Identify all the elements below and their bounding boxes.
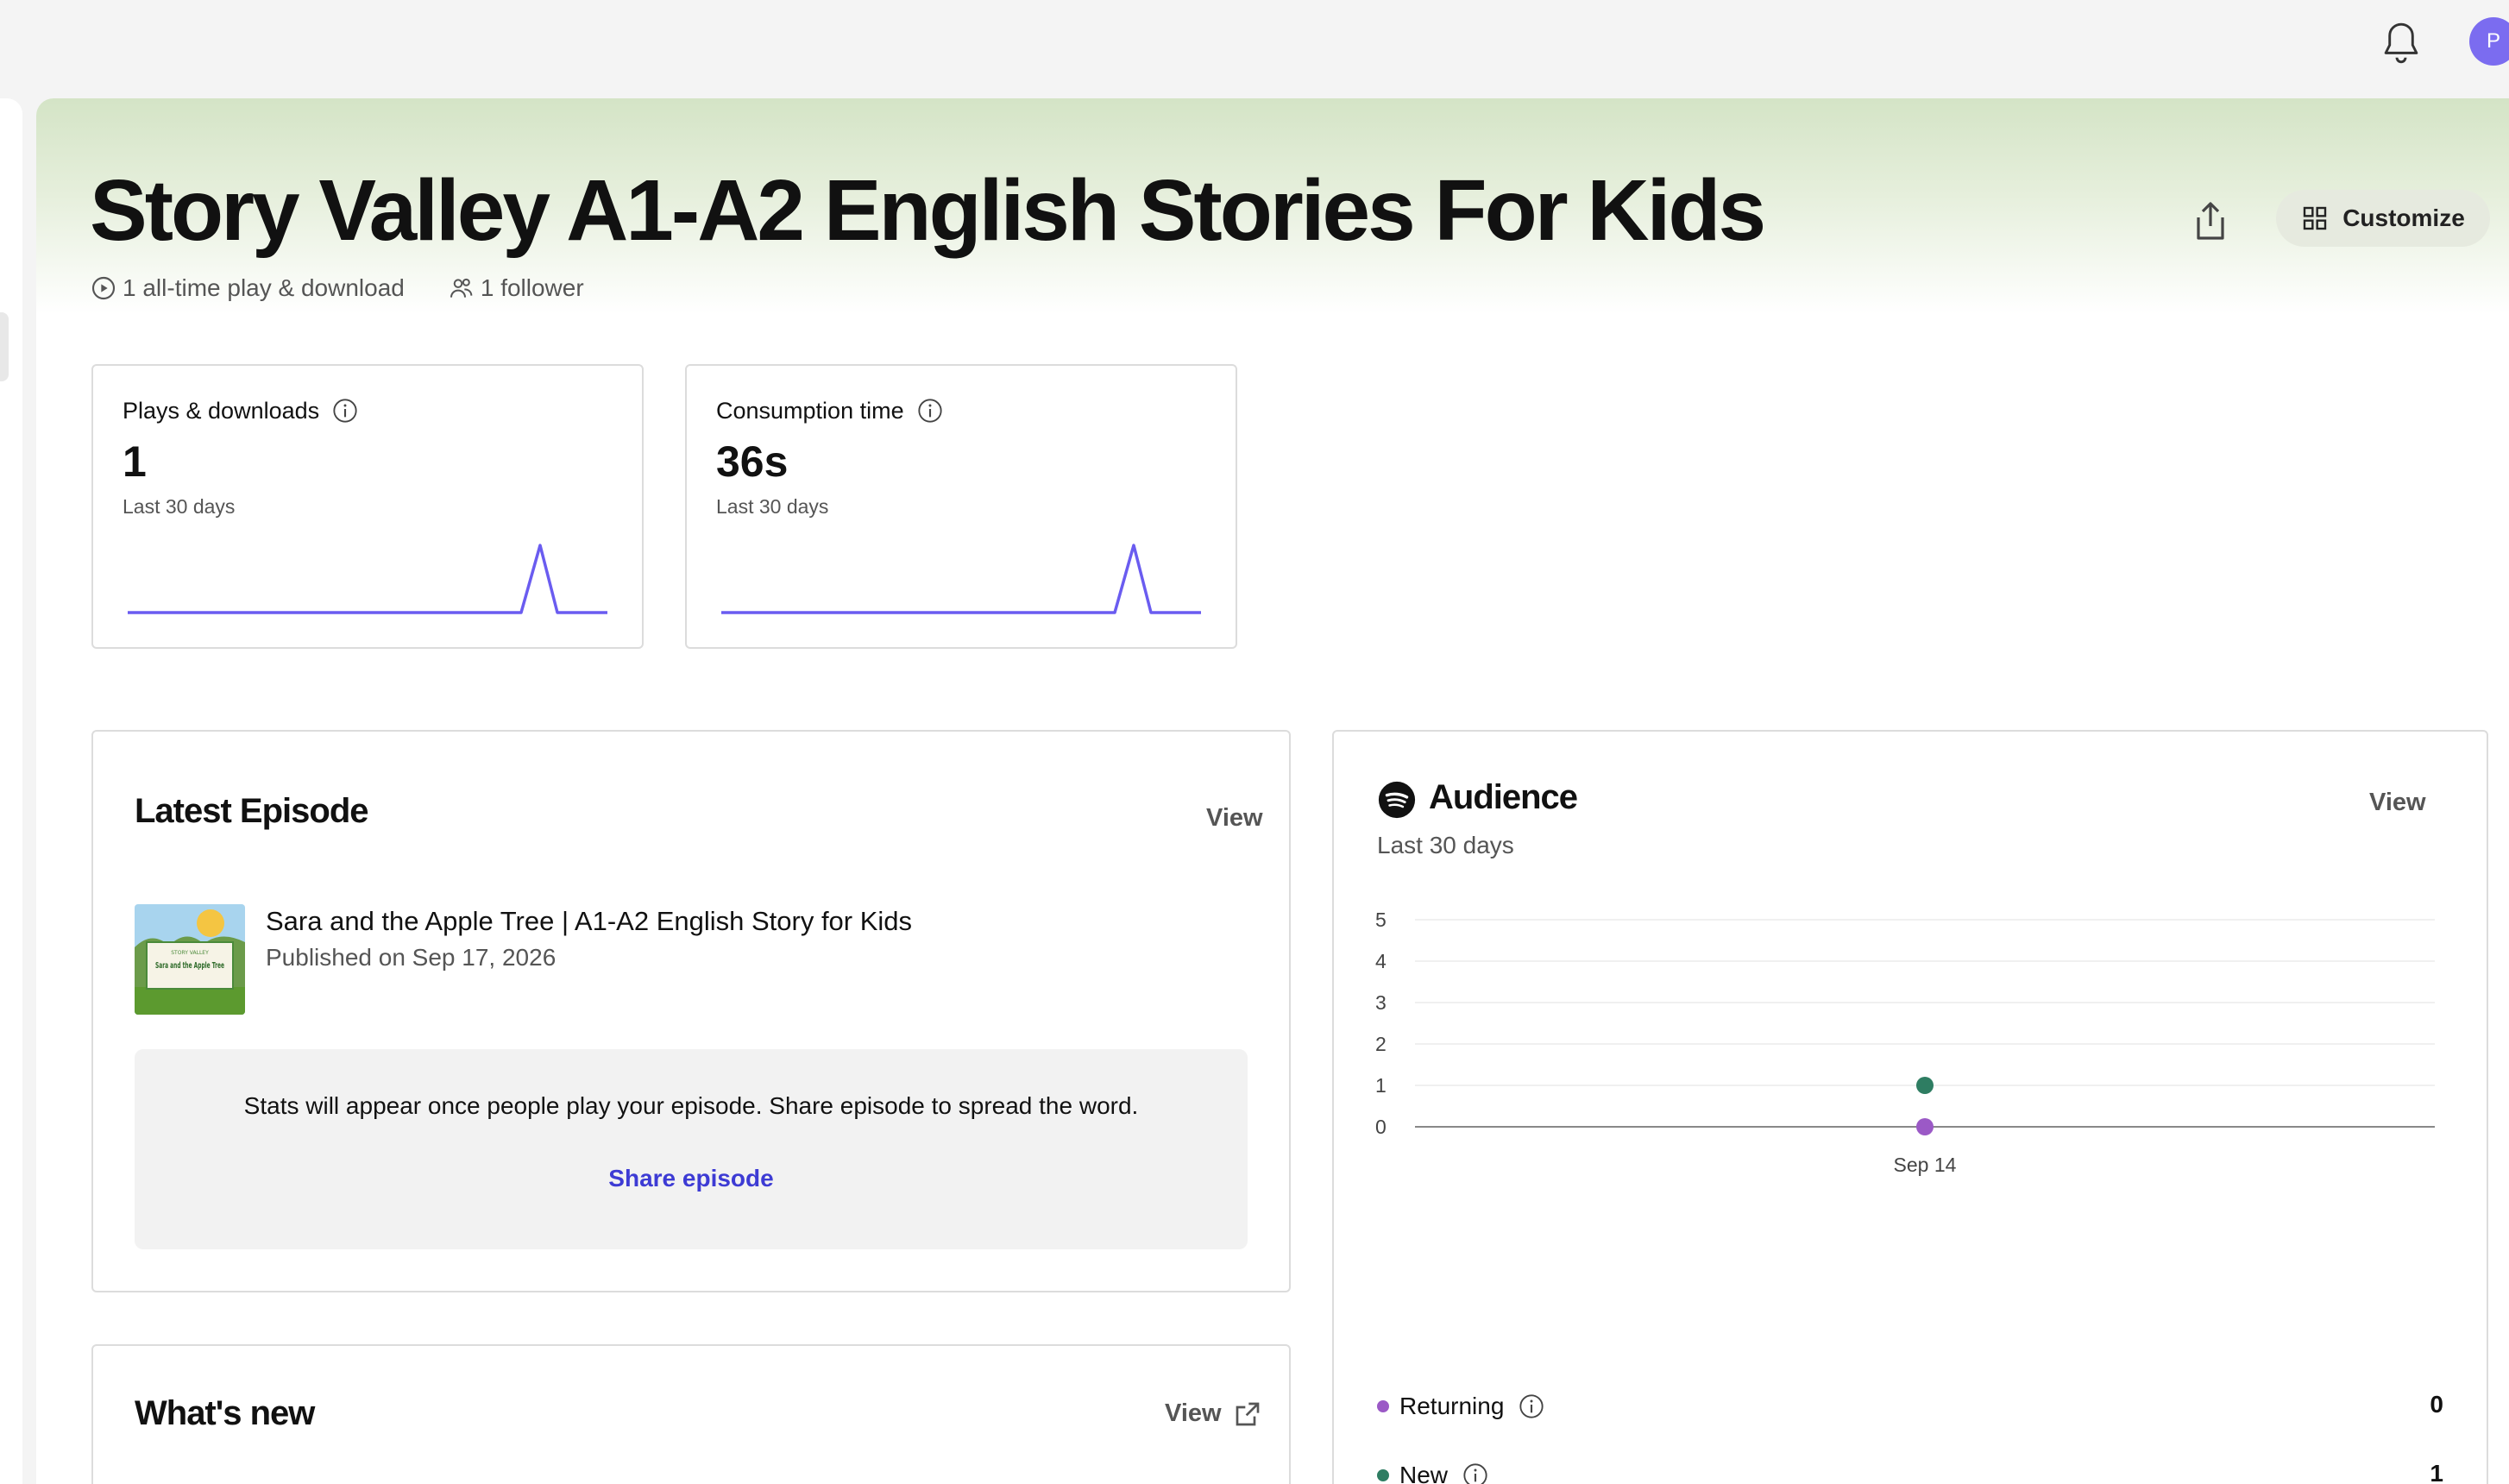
podcast-meta: 1 all-time play & download 1 follower [90,274,627,302]
episode-thumbnail[interactable]: STORY VALLEY Sara and the Apple Tree [135,904,245,1015]
returning-dot [1377,1400,1389,1412]
thumbnail-series-text: STORY VALLEY [171,950,209,956]
spotify-icon [1378,781,1416,819]
info-icon[interactable] [331,397,359,424]
returning-label: Returning [1399,1393,1505,1419]
customize-label: Customize [2342,204,2465,231]
whats-new-card: What's new View [91,1344,1291,1484]
new-value: 1 [2430,1460,2443,1484]
whats-new-view-link[interactable]: View [1165,1399,1261,1428]
latest-episode-view-link[interactable]: View [1206,804,1263,833]
new-dot [1377,1469,1389,1481]
external-link-icon [1236,1402,1259,1425]
plays-label-text: Plays & downloads [123,397,320,424]
x-tick-label: Sep 14 [1894,1154,1957,1176]
y-tick-label: 4 [1375,950,1387,972]
followers-icon [450,278,473,298]
plays-sparkline [128,544,607,614]
stat-label-plays: Plays & downloads [123,397,359,424]
stat-label-consumption: Consumption time [716,397,944,424]
whats-new-heading: What's new [135,1394,315,1432]
plays-meta: 1 all-time play & download [90,274,405,302]
plays-value: 1 [123,437,147,486]
sidebar-edge [0,98,22,1484]
audience-view-link[interactable]: View [2369,789,2426,817]
latest-episode-heading: Latest Episode [135,792,369,830]
y-tick-label: 2 [1375,1033,1387,1055]
audience-period: Last 30 days [1377,832,1514,858]
share-episode-link[interactable]: Share episode [135,1165,1248,1192]
episode-thumbnail-art: STORY VALLEY Sara and the Apple Tree [135,904,245,1015]
podcast-header: Story Valley A1-A2 English Stories For K… [36,98,2509,314]
consumption-value: 36s [716,437,789,486]
sidebar-handle[interactable] [0,312,9,381]
y-tick-label: 5 [1375,909,1387,931]
user-avatar[interactable]: P [2469,17,2509,66]
audience-card: Audience Last 30 days View 0 1 2 3 4 5 Sep 14 … [1332,730,2488,1484]
y-tick-label: 0 [1375,1116,1387,1138]
episode-empty-state: Stats will appear once people play your … [135,1049,1248,1249]
latest-episode-card: Latest Episode View STORY VALLEY Sara an… [91,730,1291,1292]
view-label: View [1206,804,1263,832]
consumption-period: Last 30 days [716,495,829,518]
audience-heading: Audience [1429,778,1578,816]
plays-meta-text: 1 all-time play & download [123,274,405,301]
data-point-new[interactable] [1916,1077,1934,1094]
y-tick-label: 3 [1375,991,1387,1014]
top-bar: P [0,0,2509,97]
new-label: New [1399,1462,1449,1484]
episode-title[interactable]: Sara and the Apple Tree | A1-A2 English … [266,906,912,937]
info-icon[interactable] [1462,1462,1489,1484]
empty-state-message: Stats will appear once people play your … [243,1092,1139,1119]
plays-period: Last 30 days [123,495,236,518]
view-label: View [2369,789,2426,816]
grid-icon [2304,206,2327,230]
consumption-sparkline [721,544,1201,614]
play-circle-icon [91,276,116,300]
share-icon [2197,202,2224,240]
notifications-bell-icon[interactable] [2380,21,2423,67]
share-podcast-button[interactable] [2181,192,2240,250]
plays-downloads-card[interactable]: Plays & downloads 1 Last 30 days [91,364,644,649]
page-title: Story Valley A1-A2 English Stories For K… [90,162,1766,259]
episode-published-date: Published on Sep 17, 2026 [266,944,557,971]
thumbnail-title-text: Sara and the Apple Tree [155,961,224,971]
info-icon[interactable] [916,397,944,424]
y-tick-label: 1 [1375,1074,1387,1097]
returning-value: 0 [2430,1391,2443,1418]
consumption-time-card[interactable]: Consumption time 36s Last 30 days [685,364,1237,649]
legend-returning: Returning [1377,1393,1545,1420]
audience-chart: 0 1 2 3 4 5 Sep 14 [1375,909,2435,1176]
data-point-returning[interactable] [1916,1118,1934,1135]
info-icon[interactable] [1518,1393,1545,1420]
followers-meta: 1 follower [448,274,584,302]
customize-button[interactable]: Customize [2276,190,2490,247]
consumption-label-text: Consumption time [716,397,904,424]
followers-meta-text: 1 follower [480,274,584,301]
view-label: View [1165,1399,1222,1427]
legend-new: New [1377,1462,1489,1484]
main-content: Story Valley A1-A2 English Stories For K… [36,98,2509,1484]
